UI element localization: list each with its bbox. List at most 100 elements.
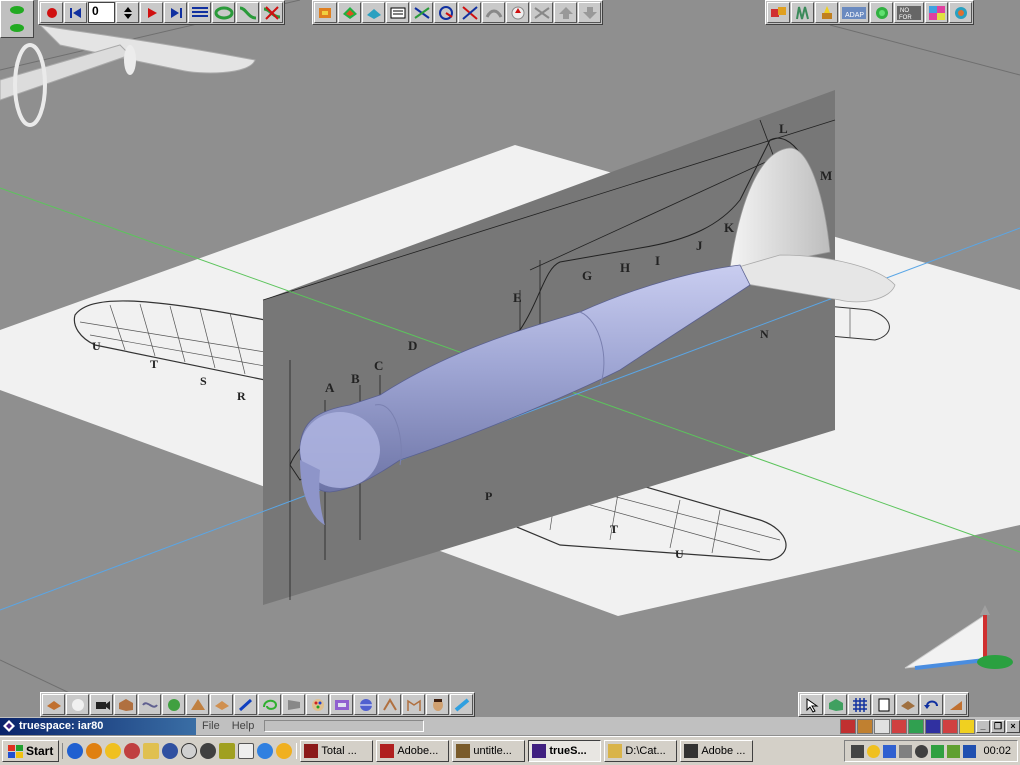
file-icon[interactable]	[872, 694, 895, 715]
media-player-icon[interactable]	[162, 743, 179, 759]
pointer-icon[interactable]	[800, 694, 823, 715]
object-navigate-icon[interactable]	[314, 2, 337, 23]
hierarchy-icon[interactable]	[896, 694, 919, 715]
tray-smiley-icon[interactable]	[867, 744, 881, 758]
folder-icon[interactable]	[143, 743, 160, 759]
tray-antivirus-icon[interactable]	[931, 744, 945, 758]
grid-icon[interactable]	[848, 694, 871, 715]
tray-speaker-icon[interactable]	[915, 744, 929, 758]
object-icon[interactable]	[824, 694, 847, 715]
cone-icon[interactable]	[186, 694, 209, 715]
plugins-icon[interactable]	[942, 718, 958, 734]
eye-move-icon[interactable]	[338, 2, 361, 23]
tray-network-icon[interactable]	[883, 744, 897, 758]
wireframe-icon[interactable]	[354, 694, 377, 715]
menu-help[interactable]: Help	[226, 720, 261, 732]
library-icon[interactable]	[840, 718, 856, 734]
cd-icon[interactable]	[181, 743, 198, 759]
move-icon[interactable]	[410, 2, 433, 23]
rotate-icon[interactable]	[434, 2, 457, 23]
tool-icon[interactable]	[219, 743, 236, 759]
flag-icon[interactable]	[282, 694, 305, 715]
path-icon[interactable]	[236, 2, 259, 23]
record-icon[interactable]	[40, 2, 63, 23]
delete-path-icon[interactable]	[260, 2, 283, 23]
reset-icon[interactable]	[530, 2, 553, 23]
palette-icon[interactable]	[925, 2, 948, 23]
tray-monitor-icon[interactable]	[899, 744, 913, 758]
winamp-icon[interactable]	[276, 743, 293, 759]
app-icon[interactable]	[86, 743, 103, 759]
face-icon[interactable]	[426, 694, 449, 715]
blank-icon[interactable]	[874, 718, 890, 734]
bone-icon[interactable]	[378, 694, 401, 715]
play-icon[interactable]	[140, 2, 163, 23]
search-icon[interactable]	[257, 743, 274, 759]
text-icon[interactable]	[386, 2, 409, 23]
timeline-icon[interactable]	[188, 2, 211, 23]
object-library-icon[interactable]	[857, 718, 873, 734]
messenger-icon[interactable]	[124, 743, 141, 759]
plane-primitive-icon[interactable]	[42, 694, 65, 715]
lasso-icon[interactable]	[258, 694, 281, 715]
minimize-button[interactable]: _	[976, 719, 990, 733]
task-total-commander[interactable]: Total ...	[300, 740, 374, 762]
globe-icon[interactable]	[870, 2, 893, 23]
down-icon[interactable]	[578, 2, 601, 23]
tray-nvidia-icon[interactable]	[947, 744, 961, 758]
smiley-icon[interactable]	[105, 743, 122, 759]
cube-primitive-icon[interactable]	[114, 694, 137, 715]
app-title-bar[interactable]: truespace: iar80	[0, 717, 196, 735]
paint-brush-icon[interactable]	[234, 694, 257, 715]
task-adobe-1[interactable]: Adobe...	[376, 740, 450, 762]
up-icon[interactable]	[554, 2, 577, 23]
ie-icon[interactable]	[67, 743, 84, 759]
figure-icon[interactable]	[402, 694, 425, 715]
task-folder[interactable]: D:\Cat...	[604, 740, 678, 762]
material-icon[interactable]	[362, 2, 385, 23]
help-icon[interactable]	[949, 2, 972, 23]
grid-status-icon[interactable]	[925, 718, 941, 734]
tray-shield-icon[interactable]	[963, 744, 977, 758]
frame-stepper-icon[interactable]	[116, 2, 139, 23]
end-icon[interactable]	[164, 2, 187, 23]
task-truespace[interactable]: trueS...	[528, 740, 602, 762]
perspective-icon[interactable]	[10, 24, 24, 32]
undo-icon[interactable]	[920, 694, 943, 715]
view-switch-panel[interactable]	[0, 0, 34, 38]
light-icon[interactable]	[815, 2, 838, 23]
sweep-icon[interactable]	[162, 694, 185, 715]
start-button[interactable]: Start	[2, 740, 60, 762]
tape-icon[interactable]	[450, 694, 473, 715]
scripts-icon[interactable]	[908, 718, 924, 734]
color-palette-icon[interactable]	[306, 694, 329, 715]
materials-library-icon[interactable]	[767, 2, 790, 23]
axis-icon[interactable]	[506, 2, 529, 23]
radiation-icon[interactable]	[959, 718, 975, 734]
sphere-primitive-icon[interactable]	[66, 694, 89, 715]
texture-icon[interactable]	[330, 694, 353, 715]
restore-button[interactable]: ❐	[991, 719, 1005, 733]
task-adobe-2[interactable]: Adobe ...	[680, 740, 754, 762]
task-untitled[interactable]: untitle...	[452, 740, 526, 762]
spline-icon[interactable]	[212, 2, 235, 23]
rewind-icon[interactable]	[64, 2, 87, 23]
redo-icon[interactable]	[944, 694, 967, 715]
deform-icon[interactable]	[482, 2, 505, 23]
scene-icon[interactable]: ADAP	[839, 2, 869, 23]
stage-icon[interactable]	[891, 718, 907, 734]
frame-number-field[interactable]: 0	[88, 2, 115, 23]
tray-arrow-icon[interactable]	[851, 744, 865, 758]
3d-viewport[interactable]: A B C D E G H I J K L M U T S R P T U N	[0, 0, 1020, 717]
lathe-icon[interactable]	[138, 694, 161, 715]
scale-icon[interactable]	[458, 2, 481, 23]
burn-icon[interactable]	[200, 743, 217, 759]
notepad-icon[interactable]	[238, 743, 255, 759]
view-icon[interactable]	[10, 6, 24, 14]
no-fog-icon[interactable]: NO FOR	[894, 2, 924, 23]
render-icon[interactable]	[791, 2, 814, 23]
tile-icon[interactable]	[210, 694, 233, 715]
close-button[interactable]: ×	[1006, 719, 1020, 733]
axis-navigator-widget[interactable]	[904, 605, 1013, 670]
menu-file[interactable]: File	[196, 720, 226, 732]
